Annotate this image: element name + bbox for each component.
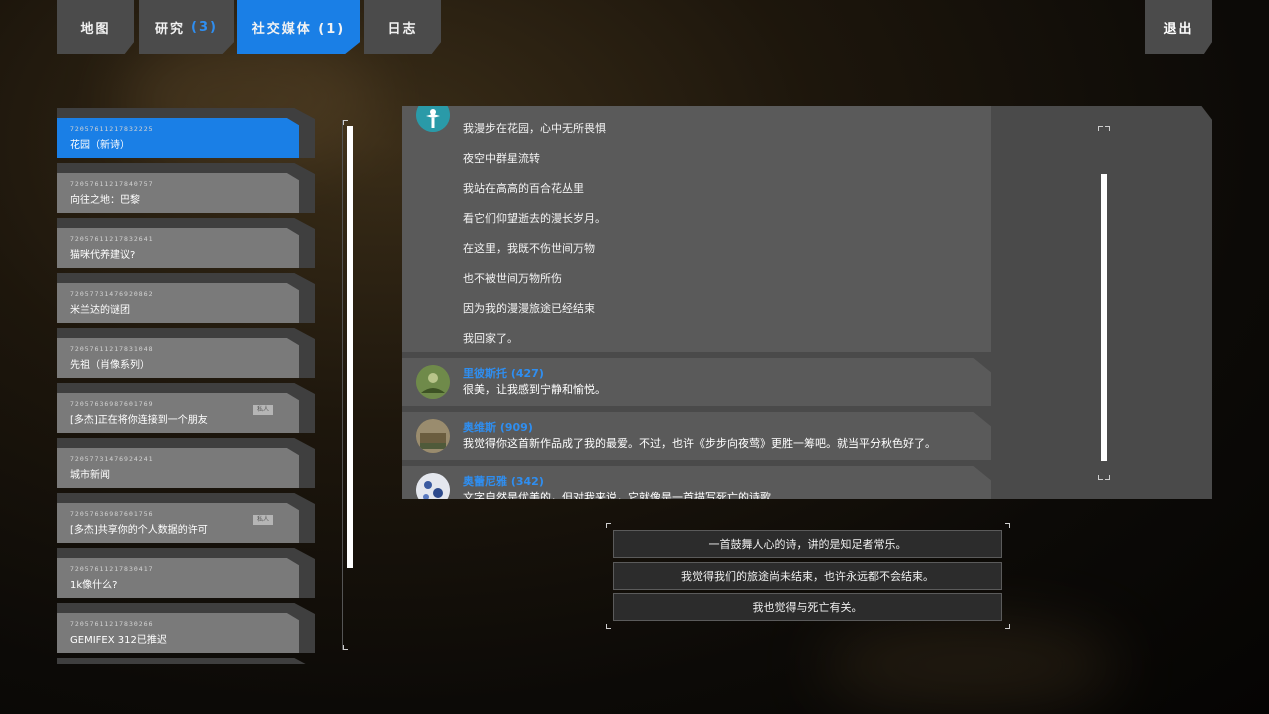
- poem-line: 我回家了。: [463, 332, 518, 345]
- exit-button[interactable]: 退出: [1145, 0, 1212, 54]
- commenter-name[interactable]: 奥维斯 (909): [463, 419, 533, 435]
- post-title: 1k像什么?: [70, 580, 118, 591]
- post-item[interactable]: 72057731476924241 城市新闻: [57, 438, 315, 488]
- post-item[interactable]: 72057636987601756 [多杰]共享你的个人数据的许可 私人: [57, 493, 315, 543]
- private-badge: 私人: [253, 405, 273, 415]
- commenter-name[interactable]: 奥蕾尼雅 (342): [463, 473, 544, 489]
- tab-label: 社交媒体 (1): [251, 21, 346, 37]
- reply-option-label: 我也觉得与死亡有关。: [752, 601, 863, 614]
- post-list: 72057611217832225 花园（新诗） 7205761121784075…: [57, 108, 315, 664]
- commenter-avatar: [416, 419, 450, 453]
- reply-option-label: 一首鼓舞人心的诗，讲的是知足者常乐。: [708, 538, 907, 551]
- post-title: 先祖（肖像系列）: [70, 360, 150, 371]
- post-id: 72057731476920862: [70, 290, 154, 298]
- poem-line: 在这里，我既不伤世间万物: [463, 242, 595, 255]
- post-item[interactable]: 72057636987601769 [多杰]正在将你连接到一个朋友 私人: [57, 383, 315, 433]
- reply-option[interactable]: 一首鼓舞人心的诗，讲的是知足者常乐。: [613, 530, 1002, 558]
- commenter-avatar: [416, 365, 450, 399]
- tab-count: (3): [191, 19, 218, 35]
- reply-options: 一首鼓舞人心的诗，讲的是知足者常乐。 我觉得我们的旅途尚未结束，也许永远都不会结…: [606, 523, 1010, 629]
- post-id: 72057611217840757: [70, 180, 154, 188]
- exit-label: 退出: [1163, 21, 1194, 37]
- post-item[interactable]: 72057611217832641 猫咪代养建议?: [57, 218, 315, 268]
- commenter-avatar: [416, 473, 450, 499]
- post-title: GEMIFEX 312已推迟: [70, 635, 167, 646]
- author-avatar: [416, 106, 450, 132]
- comment-text: 文字自然是优美的，但对我来说，它就像是一首描写死亡的诗歌: [463, 491, 771, 499]
- poem-line: 我站在高高的百合花丛里: [463, 182, 584, 195]
- post-list-scroll-thumb[interactable]: [347, 126, 353, 568]
- post-id: 72057611217832225: [70, 125, 154, 133]
- landscape-icon: [416, 419, 450, 453]
- poem-line: 也不被世间万物所伤: [463, 272, 562, 285]
- poem-line: 夜空中群星流转: [463, 152, 540, 165]
- post-item[interactable]: 72057611217830266 GEMIFEX 312已推迟: [57, 603, 315, 653]
- post-item[interactable]: 72057731476920862 米兰达的谜团: [57, 273, 315, 323]
- comment: 里彼斯托 (427) 很美，让我感到宁静和愉悦。: [402, 358, 991, 406]
- comment: 奥蕾尼雅 (342) 文字自然是优美的，但对我来说，它就像是一首描写死亡的诗歌: [402, 466, 991, 499]
- person-icon: [416, 106, 450, 132]
- tab-label: 地图: [80, 21, 111, 37]
- post-detail-panel: 我漫步在花园，心中无所畏惧 夜空中群星流转 我站在高高的百合花丛里 看它们仰望逝…: [402, 106, 1212, 499]
- post-id: 72057611217831048: [70, 345, 154, 353]
- comment: 奥维斯 (909) 我觉得你这首新作品成了我的最爱。不过，也许《步步向夜莺》更胜…: [402, 412, 991, 460]
- private-badge: 私人: [253, 515, 273, 525]
- post-item[interactable]: 72057611217832225 花园（新诗）: [57, 108, 315, 158]
- reply-option-label: 我觉得我们的旅途尚未结束，也许永远都不会结束。: [681, 570, 934, 583]
- tab-log[interactable]: 日志: [364, 0, 441, 54]
- post-title: 米兰达的谜团: [70, 305, 130, 316]
- tab-label: 日志: [387, 21, 418, 37]
- post-item-partial[interactable]: [57, 658, 315, 664]
- post-title: 向往之地：巴黎: [70, 195, 140, 206]
- post-title: 猫咪代养建议?: [70, 250, 136, 261]
- post-body: 我漫步在花园，心中无所畏惧 夜空中群星流转 我站在高高的百合花丛里 看它们仰望逝…: [402, 106, 991, 352]
- post-title: 城市新闻: [70, 470, 110, 481]
- post-id: 72057611217830266: [70, 620, 154, 628]
- reply-option[interactable]: 我觉得我们的旅途尚未结束，也许永远都不会结束。: [613, 562, 1002, 590]
- post-item[interactable]: 72057611217831048 先祖（肖像系列）: [57, 328, 315, 378]
- landscape-icon: [416, 365, 450, 399]
- background-glow: [820, 620, 1120, 710]
- reply-option[interactable]: 我也觉得与死亡有关。: [613, 593, 1002, 621]
- poem-line: 我漫步在花园，心中无所畏惧: [463, 122, 606, 135]
- post-id: 72057731476924241: [70, 455, 154, 463]
- commenter-name[interactable]: 里彼斯托 (427): [463, 365, 544, 381]
- comment-text: 我觉得你这首新作品成了我的最爱。不过，也许《步步向夜莺》更胜一筹吧。就当平分秋色…: [463, 437, 936, 450]
- post-id: 72057611217832641: [70, 235, 154, 243]
- tab-map[interactable]: 地图: [57, 0, 134, 54]
- post-item[interactable]: 72057611217840757 向往之地：巴黎: [57, 163, 315, 213]
- poem-line: 因为我的漫漫旅途已经结束: [463, 302, 595, 315]
- post-title: 花园（新诗）: [70, 140, 130, 151]
- tab-research[interactable]: 研究 (3): [139, 0, 234, 54]
- poem-line: 看它们仰望逝去的漫长岁月。: [463, 212, 606, 225]
- comment-text: 很美，让我感到宁静和愉悦。: [463, 383, 606, 396]
- tab-social-media[interactable]: 社交媒体 (1): [237, 0, 360, 54]
- post-detail-scroll-thumb[interactable]: [1101, 174, 1107, 461]
- tab-label: 研究: [155, 21, 186, 37]
- post-item[interactable]: 72057611217830417 1k像什么?: [57, 548, 315, 598]
- pattern-icon: [416, 473, 450, 499]
- post-id: 72057611217830417: [70, 565, 154, 573]
